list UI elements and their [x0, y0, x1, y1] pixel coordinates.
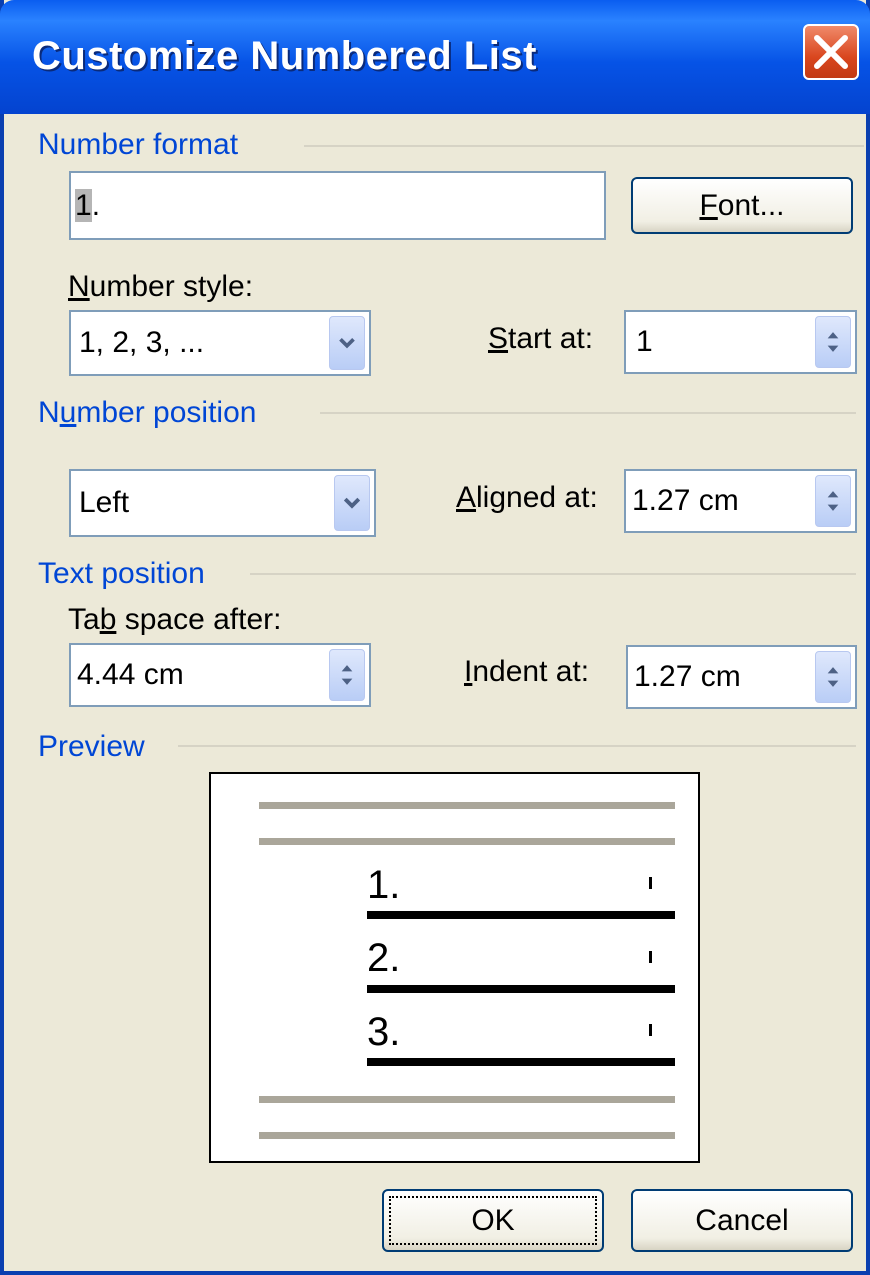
number-format-value: 1. — [75, 188, 101, 222]
spinner-arrows-icon — [827, 332, 839, 352]
preview-tab-tick — [649, 951, 652, 963]
tab-space-after-spinner[interactable] — [329, 649, 365, 701]
preview-tab-tick — [649, 877, 652, 889]
preview-tab-tick — [649, 1024, 652, 1036]
number-format-separator — [304, 145, 864, 147]
preview-item-number: 2. — [367, 936, 401, 980]
number-format-group-label: Number format — [38, 128, 239, 161]
text-position-group-label: Text position — [38, 557, 205, 590]
number-style-value: 1, 2, 3, ... — [79, 326, 205, 359]
indent-at-label: Indent at: — [464, 655, 590, 688]
start-at-field[interactable]: 1 — [624, 310, 857, 374]
aligned-at-value: 1.27 cm — [632, 484, 739, 517]
number-position-separator — [320, 412, 856, 414]
text-position-separator — [250, 573, 856, 575]
chevron-down-icon — [343, 497, 361, 509]
customize-numbered-list-dialog: Customize Numbered List Number format 1.… — [0, 0, 870, 1275]
dialog-title: Customize Numbered List — [32, 34, 537, 78]
indent-at-spinner[interactable] — [815, 651, 851, 703]
number-position-group-label: Number position — [38, 396, 257, 429]
title-bar[interactable]: Customize Numbered List — [0, 0, 870, 114]
alignment-select[interactable]: Left — [69, 469, 376, 537]
close-button[interactable] — [803, 24, 859, 80]
preview-gray-line — [259, 838, 675, 845]
start-at-spinner[interactable] — [815, 316, 851, 368]
start-at-value: 1 — [636, 325, 653, 358]
spinner-arrows-icon — [827, 491, 839, 511]
preview-text-line — [367, 911, 675, 919]
aligned-at-spinner[interactable] — [815, 475, 851, 527]
tab-space-after-label: Tab space after: — [68, 603, 282, 636]
close-icon — [814, 35, 848, 69]
number-style-select[interactable]: 1, 2, 3, ... — [69, 310, 371, 376]
preview-item-number: 1. — [367, 863, 401, 907]
cancel-button[interactable]: Cancel — [631, 1189, 853, 1252]
spinner-arrows-icon — [341, 665, 353, 685]
preview-text-line — [367, 985, 675, 993]
number-style-label: Number style: — [68, 270, 254, 303]
aligned-at-field[interactable]: 1.27 cm — [624, 469, 857, 533]
indent-at-value: 1.27 cm — [634, 660, 741, 693]
aligned-at-label: Aligned at: — [456, 481, 598, 514]
preview-separator — [178, 745, 856, 747]
spinner-arrows-icon — [827, 667, 839, 687]
preview-pane: 1. 2. 3. — [209, 772, 700, 1163]
ok-button[interactable]: OK — [382, 1189, 604, 1252]
chevron-down-icon — [339, 337, 355, 349]
number-style-dropdown-button[interactable] — [329, 316, 365, 370]
alignment-dropdown-button[interactable] — [334, 475, 370, 531]
number-format-field[interactable]: 1. — [69, 171, 606, 240]
preview-gray-line — [259, 802, 675, 809]
preview-text-line — [367, 1058, 675, 1066]
tab-space-after-value: 4.44 cm — [77, 658, 184, 691]
preview-item-number: 3. — [367, 1010, 401, 1054]
preview-group-label: Preview — [38, 730, 145, 763]
tab-space-after-field[interactable]: 4.44 cm — [69, 643, 371, 707]
indent-at-field[interactable]: 1.27 cm — [626, 645, 857, 709]
font-button[interactable]: Font... — [631, 177, 853, 234]
start-at-label: Start at: — [488, 322, 594, 355]
preview-gray-line — [259, 1096, 675, 1103]
alignment-value: Left — [79, 486, 130, 519]
preview-gray-line — [259, 1132, 675, 1139]
